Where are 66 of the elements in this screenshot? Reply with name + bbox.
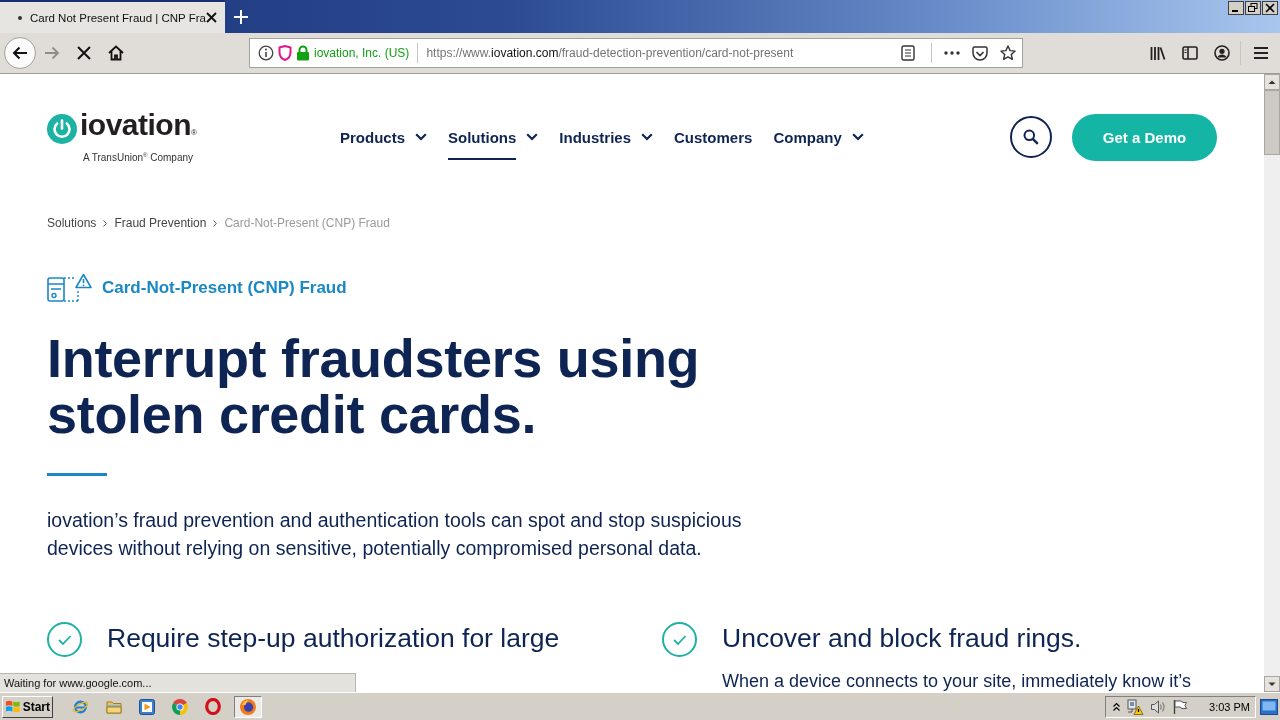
chevron-up-icon[interactable] bbox=[1113, 701, 1120, 712]
chevron-shield-icon[interactable] bbox=[972, 45, 988, 61]
desktop-icon[interactable] bbox=[1260, 698, 1278, 715]
menu-icon[interactable] bbox=[1253, 46, 1269, 60]
nav-link[interactable]: Solutions bbox=[448, 114, 539, 160]
flag-icon bbox=[5, 699, 21, 714]
page-headline: Interrupt fraudsters using stolen credit cards. bbox=[47, 330, 701, 442]
books-icon[interactable] bbox=[1150, 46, 1166, 60]
chevron-right-icon bbox=[213, 219, 218, 227]
swoosh-globe-icon bbox=[72, 698, 89, 715]
clock-text[interactable]: 3:03 PM bbox=[1209, 700, 1250, 713]
url-text[interactable]: https://www.iovation.com/fraud-detection-prevention/card-not-present bbox=[426, 46, 897, 60]
site-identity[interactable]: iovation, Inc. (US) bbox=[314, 46, 410, 60]
restore-icon[interactable] bbox=[1245, 1, 1261, 15]
feature-title: Require step-up authorization for large bbox=[107, 622, 560, 654]
power-symbol-icon[interactable] bbox=[47, 113, 77, 144]
nav-link[interactable]: Customers bbox=[674, 114, 753, 160]
nav-link[interactable]: Industries bbox=[559, 114, 654, 160]
globe-icon bbox=[240, 698, 256, 715]
info-icon[interactable] bbox=[258, 45, 274, 61]
check-circle-icon bbox=[47, 622, 82, 657]
flag-icon[interactable] bbox=[1172, 698, 1188, 715]
back-button[interactable] bbox=[4, 37, 36, 69]
taskbar-button[interactable] bbox=[234, 695, 262, 718]
check-circle-icon bbox=[662, 622, 697, 657]
scrollbar-thumb[interactable] bbox=[1264, 90, 1280, 155]
speaker-icon[interactable] bbox=[1150, 698, 1166, 715]
feature-text: When a device connects to your site, immediately know it’s bbox=[722, 671, 1191, 691]
category-label: Card-Not-Present (CNP) Fraud bbox=[102, 278, 347, 298]
back-arrow-icon bbox=[12, 46, 28, 60]
shield-icon[interactable] bbox=[278, 45, 292, 61]
more-icon[interactable] bbox=[944, 51, 960, 55]
scroll-down-icon[interactable] bbox=[1264, 676, 1280, 692]
star-icon[interactable] bbox=[1000, 45, 1016, 61]
close-icon[interactable] bbox=[1262, 1, 1278, 15]
nav-link[interactable]: Products bbox=[340, 114, 427, 160]
new-tab-icon[interactable] bbox=[234, 9, 248, 24]
segmented-circle-icon bbox=[171, 698, 188, 715]
search-button[interactable] bbox=[1010, 116, 1052, 158]
stop-icon[interactable] bbox=[77, 46, 91, 60]
folder-icon bbox=[105, 699, 122, 714]
intro-paragraph: iovation’s fraud prevention and authentication tools can spot and stop suspicious devices without relying on sensitive, potentially compromised personal data. bbox=[47, 508, 743, 561]
breadcrumb-link[interactable]: Fraud Prevention bbox=[114, 215, 207, 231]
feature-title: Uncover and block fraud rings. bbox=[722, 622, 1082, 654]
chevron-right-icon bbox=[103, 219, 108, 227]
logo-tagline: A TransUnion$^{®}$ Company bbox=[83, 150, 194, 165]
lock-icon[interactable] bbox=[296, 45, 310, 61]
account-icon[interactable] bbox=[1214, 45, 1230, 61]
card-warning-icon bbox=[47, 273, 93, 303]
oval-ring-icon bbox=[204, 698, 221, 715]
status-text: Waiting for www.google.com... bbox=[0, 673, 356, 692]
close-icon[interactable] bbox=[206, 12, 217, 23]
home-icon[interactable] bbox=[108, 45, 124, 61]
nav-link[interactable]: Company bbox=[773, 114, 864, 160]
reader-view-icon[interactable] bbox=[901, 45, 915, 61]
scrollbar-track[interactable] bbox=[1264, 74, 1280, 692]
breadcrumb-link[interactable]: Solutions bbox=[47, 215, 97, 231]
minimize-icon[interactable] bbox=[1228, 1, 1244, 15]
play-icon bbox=[138, 698, 155, 715]
start-button[interactable]: Start bbox=[2, 695, 53, 718]
browser-tab[interactable]: Card Not Present Fraud | CNP Fra bbox=[0, 0, 225, 33]
sidebar-icon[interactable] bbox=[1182, 46, 1198, 60]
scroll-up-icon[interactable] bbox=[1264, 74, 1280, 90]
network-warning-icon[interactable] bbox=[1126, 698, 1144, 715]
address-bar[interactable]: iovation, Inc. (US) https://www.iovation.com/fraud-detection-prevention/card-not-present bbox=[249, 38, 1023, 68]
search-icon bbox=[1023, 129, 1039, 145]
